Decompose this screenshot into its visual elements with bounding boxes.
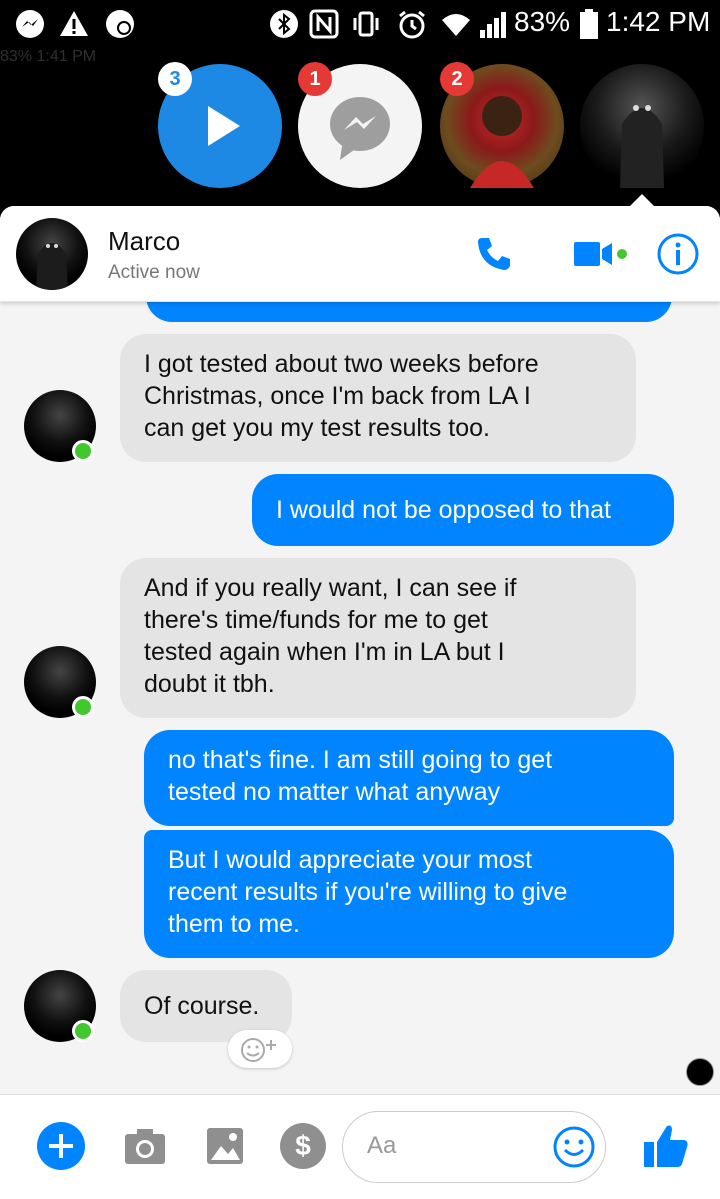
message-line: doubt it tbh.	[144, 670, 275, 698]
phone-icon	[478, 238, 510, 270]
ghost-clock: 1:41 PM	[36, 48, 97, 65]
dollar-icon: $	[280, 1123, 326, 1169]
hooded-figure-icon	[36, 243, 68, 290]
camera-button[interactable]	[120, 1121, 170, 1171]
vibrate-icon	[350, 8, 382, 40]
video-head-badge: 3	[158, 62, 192, 96]
active-status: Active now	[108, 262, 200, 283]
messenger-notification-icon	[14, 8, 46, 40]
contact-name[interactable]: Marco	[108, 226, 180, 257]
message-line: can get you my test results too.	[144, 414, 490, 442]
contact-head-badge: 2	[440, 62, 474, 96]
online-indicator	[72, 696, 94, 718]
chat-panel: Marco Active now I got tested about two …	[0, 206, 720, 1199]
gallery-button[interactable]	[200, 1121, 250, 1171]
message-line: I would not be opposed to that	[276, 496, 611, 524]
chat-header: Marco Active now	[0, 206, 720, 302]
avatar[interactable]	[16, 218, 88, 290]
video-call-button[interactable]	[568, 230, 632, 278]
online-indicator	[72, 1020, 94, 1042]
message-line: Of course.	[144, 992, 260, 1020]
wifi-icon	[440, 8, 472, 40]
svg-text:$: $	[295, 1130, 311, 1161]
add-reaction-button[interactable]	[228, 1030, 292, 1068]
video-camera-icon	[574, 242, 627, 266]
call-button[interactable]	[470, 230, 518, 278]
message-line: them to me.	[168, 910, 300, 938]
message-input-placeholder: Aa	[367, 1132, 397, 1159]
online-indicator	[72, 440, 94, 462]
plus-icon	[37, 1122, 85, 1170]
message-bubble[interactable]: But I would appreciate your most recent …	[144, 830, 674, 958]
message-bubble[interactable]: no that's fine. I am still going to get …	[144, 730, 674, 826]
message-line: I got tested about two weeks before	[144, 350, 539, 378]
more-actions-button[interactable]	[36, 1121, 86, 1171]
previous-message-bubble[interactable]	[146, 302, 672, 322]
bluetooth-icon	[268, 8, 300, 40]
camera-icon	[125, 1129, 165, 1164]
message-input[interactable]: Aa	[342, 1111, 606, 1183]
status-bar: 83% 1:42 PM	[0, 0, 720, 48]
chat-heads-area: 83% 1:41 PM 3 1 2	[0, 48, 720, 208]
composer: $ Aa	[0, 1094, 720, 1199]
message-line: And if you really want, I can see if	[144, 574, 517, 602]
warning-icon	[58, 8, 90, 40]
info-icon	[657, 233, 699, 275]
seen-indicator-avatar	[686, 1058, 714, 1086]
nfc-icon	[308, 8, 340, 40]
hooded-figure-icon	[620, 105, 664, 188]
battery-percent: 83%	[514, 6, 571, 37]
battery-icon	[578, 8, 600, 40]
messenger-head-badge: 1	[298, 62, 332, 96]
signal-icon	[478, 8, 510, 40]
ghost-battery: 83%	[0, 48, 33, 65]
image-icon	[207, 1128, 243, 1164]
alarm-icon	[396, 8, 428, 40]
message-line: tested again when I'm in LA but I	[144, 638, 505, 666]
payment-button[interactable]: $	[278, 1121, 328, 1171]
message-line: But I would appreciate your most	[168, 846, 533, 874]
message-bubble[interactable]: I got tested about two weeks before Chri…	[120, 334, 636, 462]
app-notification-icon	[104, 8, 136, 40]
message-line: tested no matter what anyway	[168, 778, 501, 806]
like-button[interactable]	[640, 1117, 692, 1173]
clock: 1:42 PM	[606, 6, 711, 37]
thumbs-up-icon	[644, 1125, 688, 1167]
marco-chat-head[interactable]	[580, 64, 704, 188]
emoji-icon[interactable]	[551, 1124, 597, 1170]
message-list[interactable]: I got tested about two weeks before Chri…	[0, 302, 720, 1094]
message-line: recent results if you're willing to give	[168, 878, 568, 906]
message-line: no that's fine. I am still going to get	[168, 746, 553, 774]
message-line: Christmas, once I'm back from LA I	[144, 382, 531, 410]
message-bubble[interactable]: I would not be opposed to that	[252, 474, 674, 546]
message-line: there's time/funds for me to get	[144, 606, 488, 634]
smiley-plus-icon	[241, 1038, 276, 1062]
info-button[interactable]	[654, 230, 702, 278]
message-bubble[interactable]: And if you really want, I can see if the…	[120, 558, 636, 718]
